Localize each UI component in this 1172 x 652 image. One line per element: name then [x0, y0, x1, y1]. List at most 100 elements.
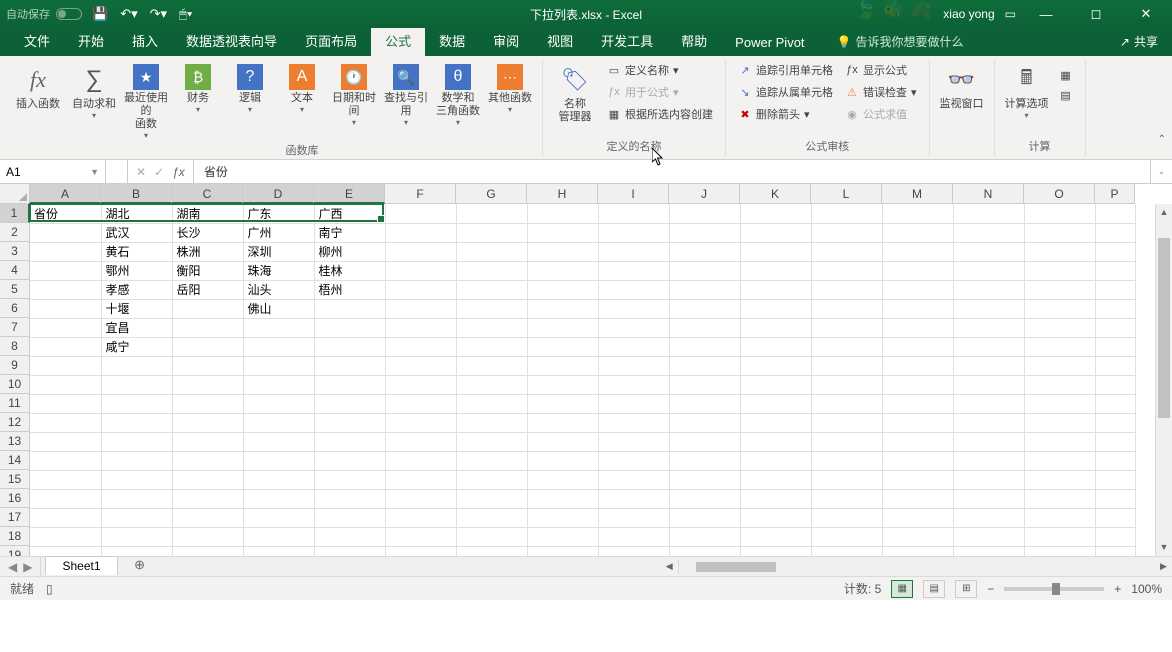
insert-function-button[interactable]: fx 插入函数	[14, 60, 62, 111]
cell[interactable]	[882, 318, 953, 337]
cell[interactable]	[385, 299, 456, 318]
cell[interactable]	[1095, 394, 1135, 413]
cell[interactable]	[811, 489, 882, 508]
cell[interactable]	[1095, 356, 1135, 375]
cell[interactable]: 汕头	[243, 280, 314, 299]
chevron-down-icon[interactable]: ▼	[90, 167, 99, 177]
cell[interactable]	[811, 337, 882, 356]
cell[interactable]	[243, 527, 314, 546]
cell[interactable]	[1024, 527, 1095, 546]
cell[interactable]	[30, 451, 101, 470]
cell[interactable]	[1024, 470, 1095, 489]
vertical-scrollbar[interactable]: ▲ ▼	[1155, 204, 1172, 556]
cell[interactable]	[527, 489, 598, 508]
cell[interactable]	[456, 470, 527, 489]
cell[interactable]	[172, 489, 243, 508]
cell[interactable]	[811, 242, 882, 261]
cell[interactable]: 省份	[30, 204, 101, 223]
cell[interactable]	[953, 470, 1024, 489]
cell[interactable]	[1095, 318, 1135, 337]
cell[interactable]	[740, 242, 811, 261]
hscroll-thumb[interactable]	[696, 562, 776, 572]
tab-data[interactable]: 数据	[425, 25, 479, 56]
cell[interactable]	[385, 204, 456, 223]
cancel-icon[interactable]: ✕	[136, 165, 146, 179]
cell[interactable]	[811, 318, 882, 337]
close-button[interactable]: ✕	[1126, 0, 1166, 28]
row-header-6[interactable]: 6	[0, 299, 30, 318]
cell[interactable]	[527, 546, 598, 556]
scroll-right-icon[interactable]: ▶	[1155, 561, 1172, 572]
tab-insert[interactable]: 插入	[118, 25, 172, 56]
cell[interactable]	[669, 508, 740, 527]
watch-window-button[interactable]: 👓监视窗口	[938, 60, 986, 111]
tell-me[interactable]: 💡告诉我你想要做什么	[829, 27, 972, 56]
page-layout-button[interactable]: ▤	[923, 580, 945, 598]
cell[interactable]	[598, 470, 669, 489]
cell[interactable]: 宜昌	[101, 318, 172, 337]
cell[interactable]	[669, 546, 740, 556]
cell[interactable]	[953, 394, 1024, 413]
tab-home[interactable]: 开始	[64, 25, 118, 56]
cell[interactable]	[314, 413, 385, 432]
cell[interactable]: 佛山	[243, 299, 314, 318]
row-header-10[interactable]: 10	[0, 375, 30, 394]
cell[interactable]	[882, 527, 953, 546]
cell[interactable]	[172, 356, 243, 375]
expand-formula-icon[interactable]: ⌄	[1150, 160, 1172, 183]
add-sheet-button[interactable]: ⊕	[130, 557, 150, 576]
cell[interactable]	[385, 375, 456, 394]
cell[interactable]	[243, 470, 314, 489]
cell[interactable]	[243, 337, 314, 356]
cell[interactable]	[740, 356, 811, 375]
cell[interactable]	[882, 261, 953, 280]
cell[interactable]: 湖北	[101, 204, 172, 223]
cells-grid[interactable]: 省份湖北湖南广东广西武汉长沙广州南宁黄石株洲深圳柳州鄂州衡阳珠海桂林孝感岳阳汕头…	[30, 204, 1136, 556]
cell[interactable]	[243, 375, 314, 394]
cell[interactable]	[740, 470, 811, 489]
cell[interactable]	[598, 261, 669, 280]
cell[interactable]	[314, 318, 385, 337]
cell[interactable]	[953, 413, 1024, 432]
cell[interactable]	[1024, 356, 1095, 375]
row-header-19[interactable]: 19	[0, 546, 30, 556]
trace-precedents-button[interactable]: ↗追踪引用单元格	[734, 60, 837, 80]
cell[interactable]	[527, 432, 598, 451]
cell[interactable]	[385, 546, 456, 556]
remove-arrows-button[interactable]: ✖删除箭头 ▾	[734, 104, 837, 124]
cell[interactable]	[882, 451, 953, 470]
define-name-button[interactable]: ▭定义名称 ▾	[603, 60, 717, 80]
ribbon-display-icon[interactable]: ▭	[1005, 7, 1016, 21]
cell[interactable]	[385, 470, 456, 489]
touch-icon[interactable]: 🖱▾	[179, 6, 192, 22]
cell[interactable]	[740, 337, 811, 356]
cell[interactable]	[811, 413, 882, 432]
cell[interactable]	[953, 299, 1024, 318]
cell[interactable]	[953, 337, 1024, 356]
cell[interactable]	[527, 261, 598, 280]
cell[interactable]	[740, 375, 811, 394]
select-all[interactable]	[0, 184, 30, 204]
tab-nav[interactable]: ◀▶	[0, 557, 41, 576]
tab-view[interactable]: 视图	[533, 25, 587, 56]
cell[interactable]	[882, 432, 953, 451]
cell[interactable]	[172, 527, 243, 546]
cell[interactable]	[1024, 242, 1095, 261]
error-check-button[interactable]: ⚠错误检查 ▾	[841, 82, 921, 102]
zoom-slider[interactable]	[1004, 587, 1104, 591]
cell[interactable]	[669, 299, 740, 318]
horizontal-scrollbar[interactable]: ◀ ▶	[661, 557, 1172, 576]
calc-sheet-button[interactable]: ▤	[1055, 86, 1077, 104]
cell[interactable]	[669, 356, 740, 375]
col-header-C[interactable]: C	[172, 184, 243, 204]
maximize-button[interactable]: ◻	[1076, 0, 1116, 28]
cell[interactable]	[172, 318, 243, 337]
cell[interactable]	[669, 413, 740, 432]
cell[interactable]	[527, 223, 598, 242]
col-header-E[interactable]: E	[314, 184, 385, 204]
scroll-thumb[interactable]	[1158, 238, 1170, 418]
cell[interactable]	[1024, 261, 1095, 280]
cell[interactable]	[811, 508, 882, 527]
minimize-button[interactable]: —	[1026, 0, 1066, 28]
cell[interactable]	[598, 451, 669, 470]
